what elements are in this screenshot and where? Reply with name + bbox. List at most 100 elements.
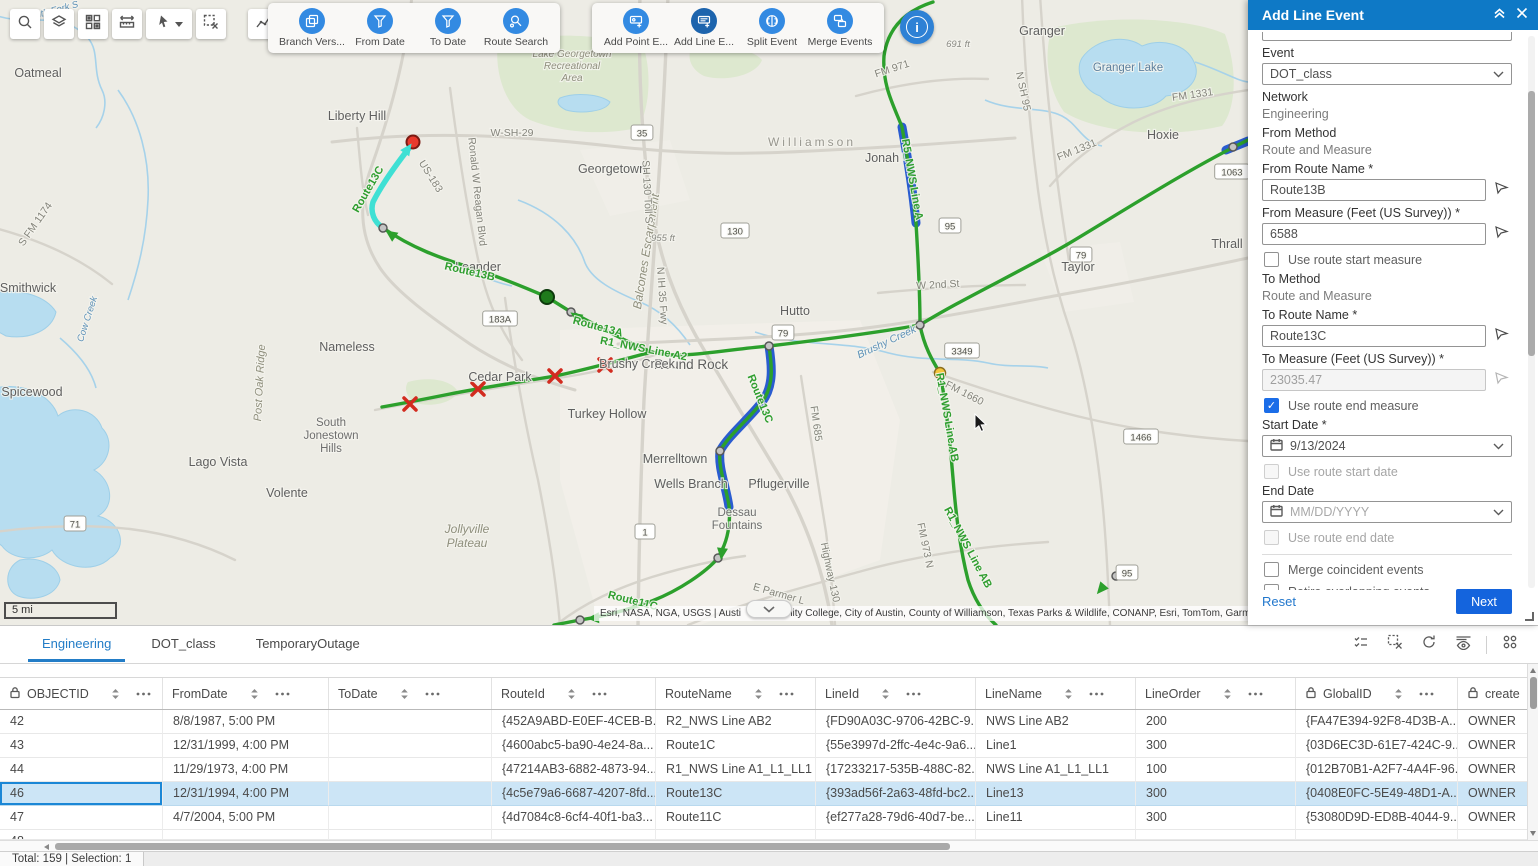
- route-vertex-dot[interactable]: [1229, 143, 1237, 151]
- use-route-end-measure-row[interactable]: ✓Use route end measure: [1264, 398, 1510, 413]
- merge-events-button[interactable]: Merge Events: [806, 8, 874, 48]
- chevron-down-icon[interactable]: [175, 22, 183, 27]
- column-header-OBJECTID[interactable]: OBJECTID: [0, 678, 163, 709]
- column-menu-icon[interactable]: [779, 692, 794, 696]
- visibility-button[interactable]: [1449, 632, 1477, 658]
- clear-table-selection-button[interactable]: [1381, 632, 1409, 658]
- tab-engineering[interactable]: Engineering: [28, 627, 125, 662]
- pick-from-measure-on-map-button[interactable]: [1493, 223, 1510, 245]
- checkbox[interactable]: [1264, 252, 1279, 267]
- panel-resize-handle[interactable]: [1525, 612, 1534, 621]
- start-date-picker[interactable]: 9/13/2024: [1262, 435, 1512, 457]
- map-label: Dessau: [718, 507, 757, 519]
- to-date-button[interactable]: To Date: [414, 8, 482, 48]
- column-menu-icon[interactable]: [1419, 692, 1434, 696]
- cell: OWNER: [1458, 758, 1538, 782]
- add-line-event-button[interactable]: Add Line E...: [670, 8, 738, 48]
- column-menu-icon[interactable]: [425, 692, 440, 696]
- tab-temporary-outage[interactable]: TemporaryOutage: [242, 627, 374, 662]
- refresh-button[interactable]: [1415, 632, 1443, 658]
- use-route-start-date-row: Use route start date: [1264, 464, 1510, 479]
- to-route-highlight: [372, 143, 413, 228]
- column-header-FromDate[interactable]: FromDate: [163, 678, 329, 709]
- cell: [492, 830, 656, 840]
- route-vertex-dot[interactable]: [576, 616, 584, 624]
- column-header-create[interactable]: create: [1458, 678, 1538, 709]
- from-date-button[interactable]: From Date: [346, 8, 414, 48]
- pick-from-route-on-map-button[interactable]: [1493, 179, 1510, 201]
- column-menu-icon[interactable]: [906, 692, 921, 696]
- column-menu-icon[interactable]: [592, 692, 607, 696]
- reset-link[interactable]: Reset: [1262, 594, 1296, 609]
- tab-dot-class[interactable]: DOT_class: [137, 627, 229, 662]
- measure-button[interactable]: [112, 9, 142, 39]
- sort-icon[interactable]: [111, 688, 120, 700]
- column-header-LineId[interactable]: LineId: [816, 678, 976, 709]
- table-vertical-scrollbar[interactable]: [1527, 664, 1538, 840]
- branch-versions-button[interactable]: Branch Vers...: [278, 8, 346, 48]
- column-header-GlobalID[interactable]: GlobalID: [1296, 678, 1458, 709]
- table-row[interactable]: 4312/31/1999, 4:00 PM{4600abc5-ba90-4e24…: [0, 734, 1538, 758]
- cell: [329, 734, 492, 758]
- table-options-button[interactable]: [1496, 632, 1524, 658]
- from-measure-input[interactable]: [1262, 223, 1486, 245]
- map-label: FM 973 N: [914, 522, 935, 570]
- column-header-LineOrder[interactable]: LineOrder: [1136, 678, 1296, 709]
- table-row[interactable]: 4612/31/1994, 4:00 PM{4c5e79a6-6687-4207…: [0, 782, 1538, 806]
- column-header-RouteName[interactable]: RouteName: [656, 678, 816, 709]
- info-button[interactable]: i: [900, 10, 934, 44]
- collapse-table-button[interactable]: [746, 600, 792, 618]
- table-row[interactable]: 4411/29/1973, 4:00 PM{47214AB3-6882-4873…: [0, 758, 1538, 782]
- layers-button[interactable]: [44, 9, 74, 39]
- end-date-picker[interactable]: MM/DD/YYYY: [1262, 501, 1512, 523]
- sort-icon[interactable]: [1223, 688, 1232, 700]
- column-menu-icon[interactable]: [275, 692, 290, 696]
- clear-selection-button[interactable]: [196, 9, 226, 39]
- route-vertex-dot[interactable]: [765, 342, 773, 350]
- panel-scrollbar[interactable]: [1528, 36, 1535, 588]
- close-panel-button[interactable]: [1506, 6, 1528, 24]
- sort-icon[interactable]: [250, 688, 259, 700]
- table-horizontal-scrollbar[interactable]: [0, 840, 1538, 851]
- table-row[interactable]: 474/7/2004, 5:00 PM{4d7084c8-6cf4-40f1-b…: [0, 806, 1538, 830]
- collapse-panel-button[interactable]: [1483, 6, 1506, 24]
- sort-icon[interactable]: [400, 688, 409, 700]
- checkbox-checked[interactable]: ✓: [1264, 398, 1279, 413]
- column-header-RouteId[interactable]: RouteId: [492, 678, 656, 709]
- merge-coincident-row[interactable]: Merge coincident events: [1264, 562, 1510, 577]
- use-route-start-measure-row[interactable]: Use route start measure: [1264, 252, 1510, 267]
- sort-icon[interactable]: [754, 688, 763, 700]
- basemap-button[interactable]: [78, 9, 108, 39]
- map-label: Area: [560, 73, 583, 84]
- split-event-button[interactable]: Split Event: [738, 8, 806, 48]
- checkbox[interactable]: [1264, 562, 1279, 577]
- route-search-button[interactable]: Route Search: [482, 8, 550, 48]
- from-route-input[interactable]: [1262, 179, 1486, 201]
- sort-icon[interactable]: [1064, 688, 1073, 700]
- show-selection-button[interactable]: [1347, 632, 1375, 658]
- next-button[interactable]: Next: [1456, 589, 1512, 614]
- column-menu-icon[interactable]: [1248, 692, 1263, 696]
- pick-to-route-on-map-button[interactable]: [1493, 325, 1510, 347]
- column-menu-icon[interactable]: [1089, 692, 1104, 696]
- table-row[interactable]: 48: [0, 830, 1538, 840]
- green-point-marker[interactable]: [540, 290, 554, 304]
- route-vertex-dot[interactable]: [916, 321, 924, 329]
- route-vertex-dot[interactable]: [716, 447, 724, 455]
- add-point-event-button[interactable]: Add Point E...: [602, 8, 670, 48]
- cell: {452A9ABD-E0EF-4CEB-B...: [492, 710, 656, 734]
- road-shield-label: 35: [637, 129, 648, 140]
- search-button[interactable]: [10, 9, 40, 39]
- sort-icon[interactable]: [881, 688, 890, 700]
- column-header-ToDate[interactable]: ToDate: [329, 678, 492, 709]
- map-canvas[interactable]: 951303579793349146610639571183A1 Oatmeal…: [0, 0, 1248, 625]
- sort-icon[interactable]: [567, 688, 576, 700]
- event-select[interactable]: DOT_class: [1262, 63, 1512, 85]
- to-route-input[interactable]: [1262, 325, 1486, 347]
- column-header-LineName[interactable]: LineName: [976, 678, 1136, 709]
- column-menu-icon[interactable]: [136, 692, 151, 696]
- select-tool-button[interactable]: [146, 9, 192, 39]
- sort-icon[interactable]: [1394, 688, 1403, 700]
- cell: 48: [0, 830, 163, 840]
- table-row[interactable]: 428/8/1987, 5:00 PM{452A9ABD-E0EF-4CEB-B…: [0, 710, 1538, 734]
